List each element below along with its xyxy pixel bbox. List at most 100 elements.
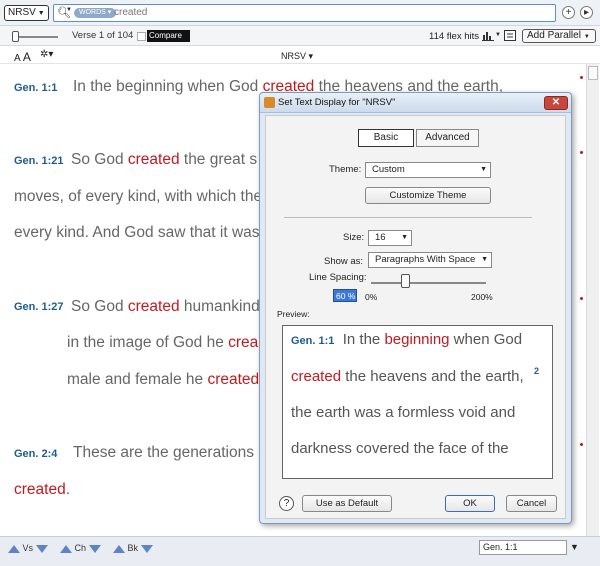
chevron-down-icon: ▼ [480,166,487,173]
previous-verse-icon[interactable] [8,544,20,553]
search-query[interactable]: created [114,7,147,18]
preview-line: the earth was a formless void and [291,404,516,421]
text-run: In the beginning when God [73,78,263,95]
add-parallel-label: Add Parallel [527,30,581,41]
chevron-down-icon: ▼ [37,10,45,17]
close-button[interactable]: ✕ [544,96,568,110]
line-spacing-input[interactable]: 60 % [333,289,357,302]
search-dropdown-icon[interactable]: ▼ [66,7,72,13]
preview-line: created the heavens and the earth, [291,368,524,385]
search-hit[interactable]: created [128,151,180,168]
line-spacing-slider-thumb[interactable] [401,274,410,288]
gear-icon[interactable]: ✲▾ [40,49,53,60]
help-button[interactable]: ? [279,496,294,511]
next-verse-icon[interactable] [35,544,48,553]
verse-ref[interactable]: Gen. 1:21 [14,155,64,167]
chevron-down-icon: ▼ [583,34,590,40]
text-run: So God [71,298,128,315]
previous-chapter-icon[interactable] [60,544,72,553]
text-run: . [65,481,71,498]
chevron-down-icon: ▼ [401,234,408,241]
tab-advanced[interactable]: Advanced [416,129,479,147]
preview-ref: Gen. 1:1 [291,335,335,347]
book-nav: Bk [113,543,153,553]
chapter-nav-label: Ch [74,543,87,553]
text-run: the great s [179,151,258,168]
book-nav-label: Bk [127,543,139,553]
theme-select[interactable]: Custom ▼ [365,162,491,178]
verse-line: created. [14,481,70,499]
hit-marker[interactable] [580,443,583,446]
column-title-label: NRSV [281,51,307,61]
hit-marker[interactable] [580,297,583,300]
chevron-down-icon[interactable]: ▼ [495,32,501,38]
navigation-bar: Vs Ch Bk Gen. 1:1 ▼ [0,536,600,566]
text-run: male and female he [67,371,208,388]
verse-ref[interactable]: Gen. 1:1 [14,82,57,94]
divider [284,217,532,218]
text-run: when God [449,331,523,348]
hit-marker[interactable] [580,76,583,79]
preview-line: Gen. 1:1 In the beginning when God [291,331,522,348]
theme-label: Theme: [329,164,362,175]
line-spacing-max: 200% [471,292,493,302]
version-dropdown[interactable]: NRSV ▼ [4,5,49,21]
search-hit[interactable]: crea [228,334,258,351]
search-hit[interactable]: created [207,371,259,388]
size-value: 16 [375,232,386,243]
app-icon [264,97,275,108]
reference-value: Gen. 1:1 [483,542,518,552]
size-select[interactable]: 16 ▼ [368,230,412,246]
compare-checkbox[interactable] [137,32,146,41]
text-run: So God [71,151,128,168]
show-as-value: Paragraphs With Space [375,254,476,265]
chevron-down-icon[interactable]: ▼ [570,542,579,552]
verse-nav-label: Vs [22,543,34,553]
text-run: in the image of God he [67,334,229,351]
panel-menu-icon[interactable] [504,30,516,41]
search-hit[interactable]: created [14,481,66,498]
dialog-body: Basic Advanced Theme: Custom ▼ Customize … [265,115,566,519]
ok-button[interactable]: OK [445,495,495,512]
dialog-titlebar[interactable]: Set Text Display for "NRSV" ✕ [260,93,571,113]
verse-ref[interactable]: Gen. 1:27 [14,301,64,313]
plus-circle-icon[interactable]: + [562,6,575,19]
verse-slider-thumb[interactable] [12,31,19,42]
show-as-select[interactable]: Paragraphs With Space ▼ [368,252,492,268]
customize-theme-button[interactable]: Customize Theme [365,187,491,204]
verse-number: 2 [534,366,540,376]
theme-value: Custom [372,164,405,175]
font-size-icon[interactable]: A A [14,50,31,64]
show-as-label: Show as: [324,256,364,267]
bar-chart-icon[interactable] [482,30,494,41]
search-hit[interactable]: created [128,298,180,315]
preview-label: Preview: [277,309,310,319]
verse-line: So God created the great s [71,151,257,169]
search-toolbar: NRSV ▼ 🔍︎ ▼ WORDS ▾ created + ▸ [0,0,600,26]
next-book-icon[interactable] [140,544,153,553]
search-input[interactable]: 🔍︎ ▼ WORDS ▾ created [53,4,556,22]
dialog-title: Set Text Display for "NRSV" [278,97,396,108]
line-spacing-slider-track[interactable] [371,282,486,284]
tab-basic[interactable]: Basic [358,129,414,147]
close-icon: ✕ [551,97,561,108]
add-parallel-button[interactable]: Add Parallel ▼ [522,29,596,43]
column-title[interactable]: NRSV ▾ [281,51,313,62]
words-chip[interactable]: WORDS ▾ [74,8,117,18]
reference-input[interactable]: Gen. 1:1 [479,540,567,555]
verse-line: These are the generations c [73,444,267,461]
cancel-button[interactable]: Cancel [506,495,557,512]
use-as-default-button[interactable]: Use as Default [302,495,392,512]
verse-ref[interactable]: Gen. 2:4 [14,448,57,460]
forward-circle-icon[interactable]: ▸ [580,6,593,19]
text-run: In the [342,331,385,348]
verse-slider-track[interactable] [18,36,58,38]
vertical-scrollbar[interactable] [586,64,599,536]
scrollbar-thumb[interactable] [588,66,598,80]
previous-book-icon[interactable] [113,544,125,553]
next-chapter-icon[interactable] [88,544,101,553]
font-size-small-label: A [14,53,21,64]
compare-label[interactable]: Compare [147,30,190,42]
text-display-dialog: Set Text Display for "NRSV" ✕ Basic Adva… [259,92,572,524]
hit-marker[interactable] [580,151,583,154]
